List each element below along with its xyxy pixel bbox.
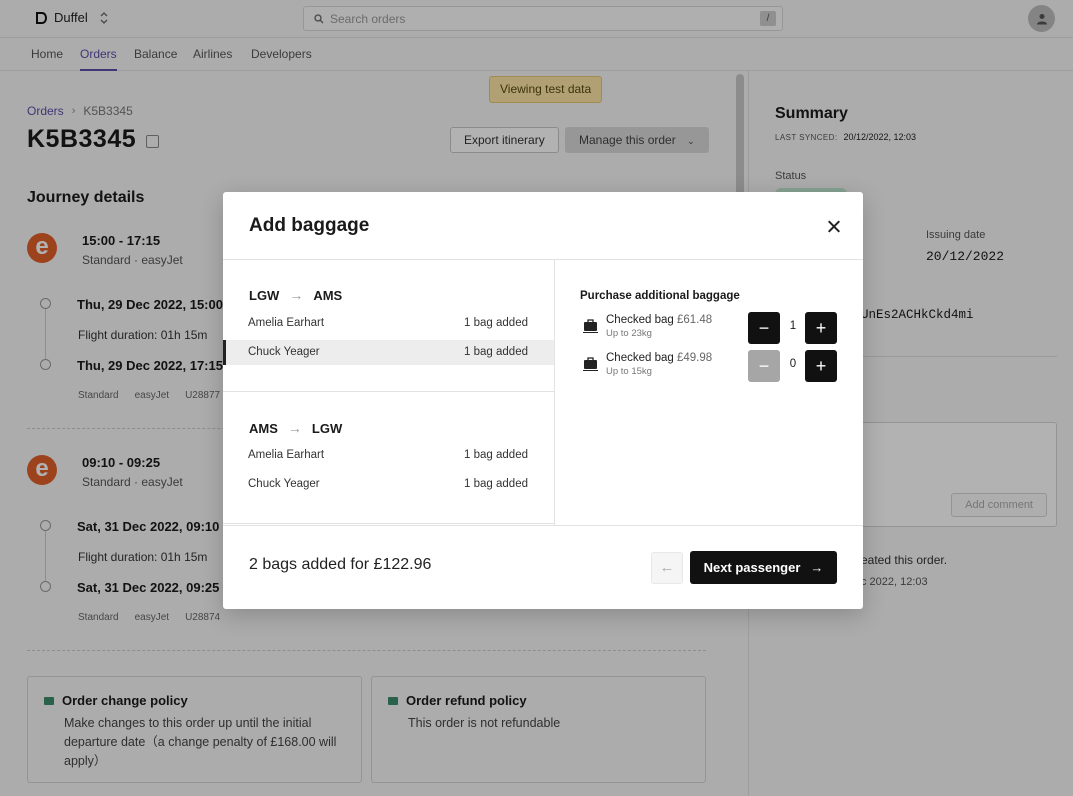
previous-passenger-button[interactable]: ← [651, 552, 683, 584]
passenger-bag-status: 1 bag added [464, 449, 528, 461]
baggage-quantity: 1 [789, 320, 797, 332]
passenger-row[interactable]: Chuck Yeager 1 bag added [223, 472, 554, 497]
arrow-right-icon: → [289, 287, 304, 303]
next-passenger-button[interactable]: Next passenger → [690, 551, 837, 584]
close-icon[interactable] [823, 216, 845, 238]
passenger-bag-status: 1 bag added [464, 346, 528, 358]
passenger-name: Chuck Yeager [248, 346, 320, 358]
baggage-price: £61.48 [676, 314, 713, 326]
suitcase-icon [583, 357, 598, 371]
passenger-row[interactable]: Amelia Earhart 1 bag added [223, 443, 554, 468]
decrease-quantity-button-disabled[interactable]: − [748, 350, 780, 382]
divider [223, 525, 863, 526]
divider [223, 259, 863, 260]
next-passenger-label: Next passenger [703, 560, 801, 575]
increase-quantity-button[interactable]: + [805, 350, 837, 382]
arrow-right-icon: → [810, 560, 824, 575]
passenger-name: Amelia Earhart [248, 449, 325, 461]
divider [554, 260, 555, 525]
modal-title: Add baggage [249, 215, 370, 236]
increase-quantity-button[interactable]: + [805, 312, 837, 344]
baggage-option: Checked bag £61.48 Up to 23kg − 1 + [580, 311, 840, 345]
arrow-left-icon: ← [659, 559, 675, 576]
segment-route: AMS → LGW [249, 420, 342, 436]
segment-destination: LGW [311, 420, 343, 436]
passenger-bag-status: 1 bag added [464, 317, 528, 329]
baggage-option: Checked bag £49.98 Up to 15kg − 0 + [580, 349, 840, 383]
add-baggage-modal: Add baggage LGW → AMS Amelia Earhart 1 b… [223, 192, 863, 609]
passenger-row[interactable]: Amelia Earhart 1 bag added [223, 311, 554, 336]
suitcase-icon [583, 319, 598, 333]
passenger-bag-status: 1 bag added [464, 478, 528, 490]
divider [223, 391, 554, 392]
segment-origin: LGW [249, 287, 280, 303]
passenger-name: Chuck Yeager [248, 478, 320, 490]
arrow-right-icon: → [287, 420, 302, 436]
passenger-row-selected[interactable]: Chuck Yeager 1 bag added [223, 340, 554, 365]
baggage-quantity: 0 [789, 358, 797, 370]
baggage-weight-limit: Up to 23kg [606, 328, 652, 339]
baggage-total: 2 bags added for £122.96 [249, 556, 432, 573]
purchase-baggage-heading: Purchase additional baggage [580, 290, 740, 302]
baggage-weight-limit: Up to 15kg [606, 366, 652, 377]
passenger-name: Amelia Earhart [248, 317, 325, 329]
segment-destination: AMS [313, 287, 343, 303]
baggage-type: Checked bag [606, 352, 674, 364]
divider [223, 523, 554, 524]
baggage-price: £49.98 [676, 352, 713, 364]
segment-origin: AMS [249, 420, 278, 436]
baggage-name: Checked bag £61.48 [606, 314, 712, 326]
baggage-type: Checked bag [606, 314, 674, 326]
segment-route: LGW → AMS [249, 287, 342, 303]
baggage-name: Checked bag £49.98 [606, 352, 712, 364]
decrease-quantity-button[interactable]: − [748, 312, 780, 344]
